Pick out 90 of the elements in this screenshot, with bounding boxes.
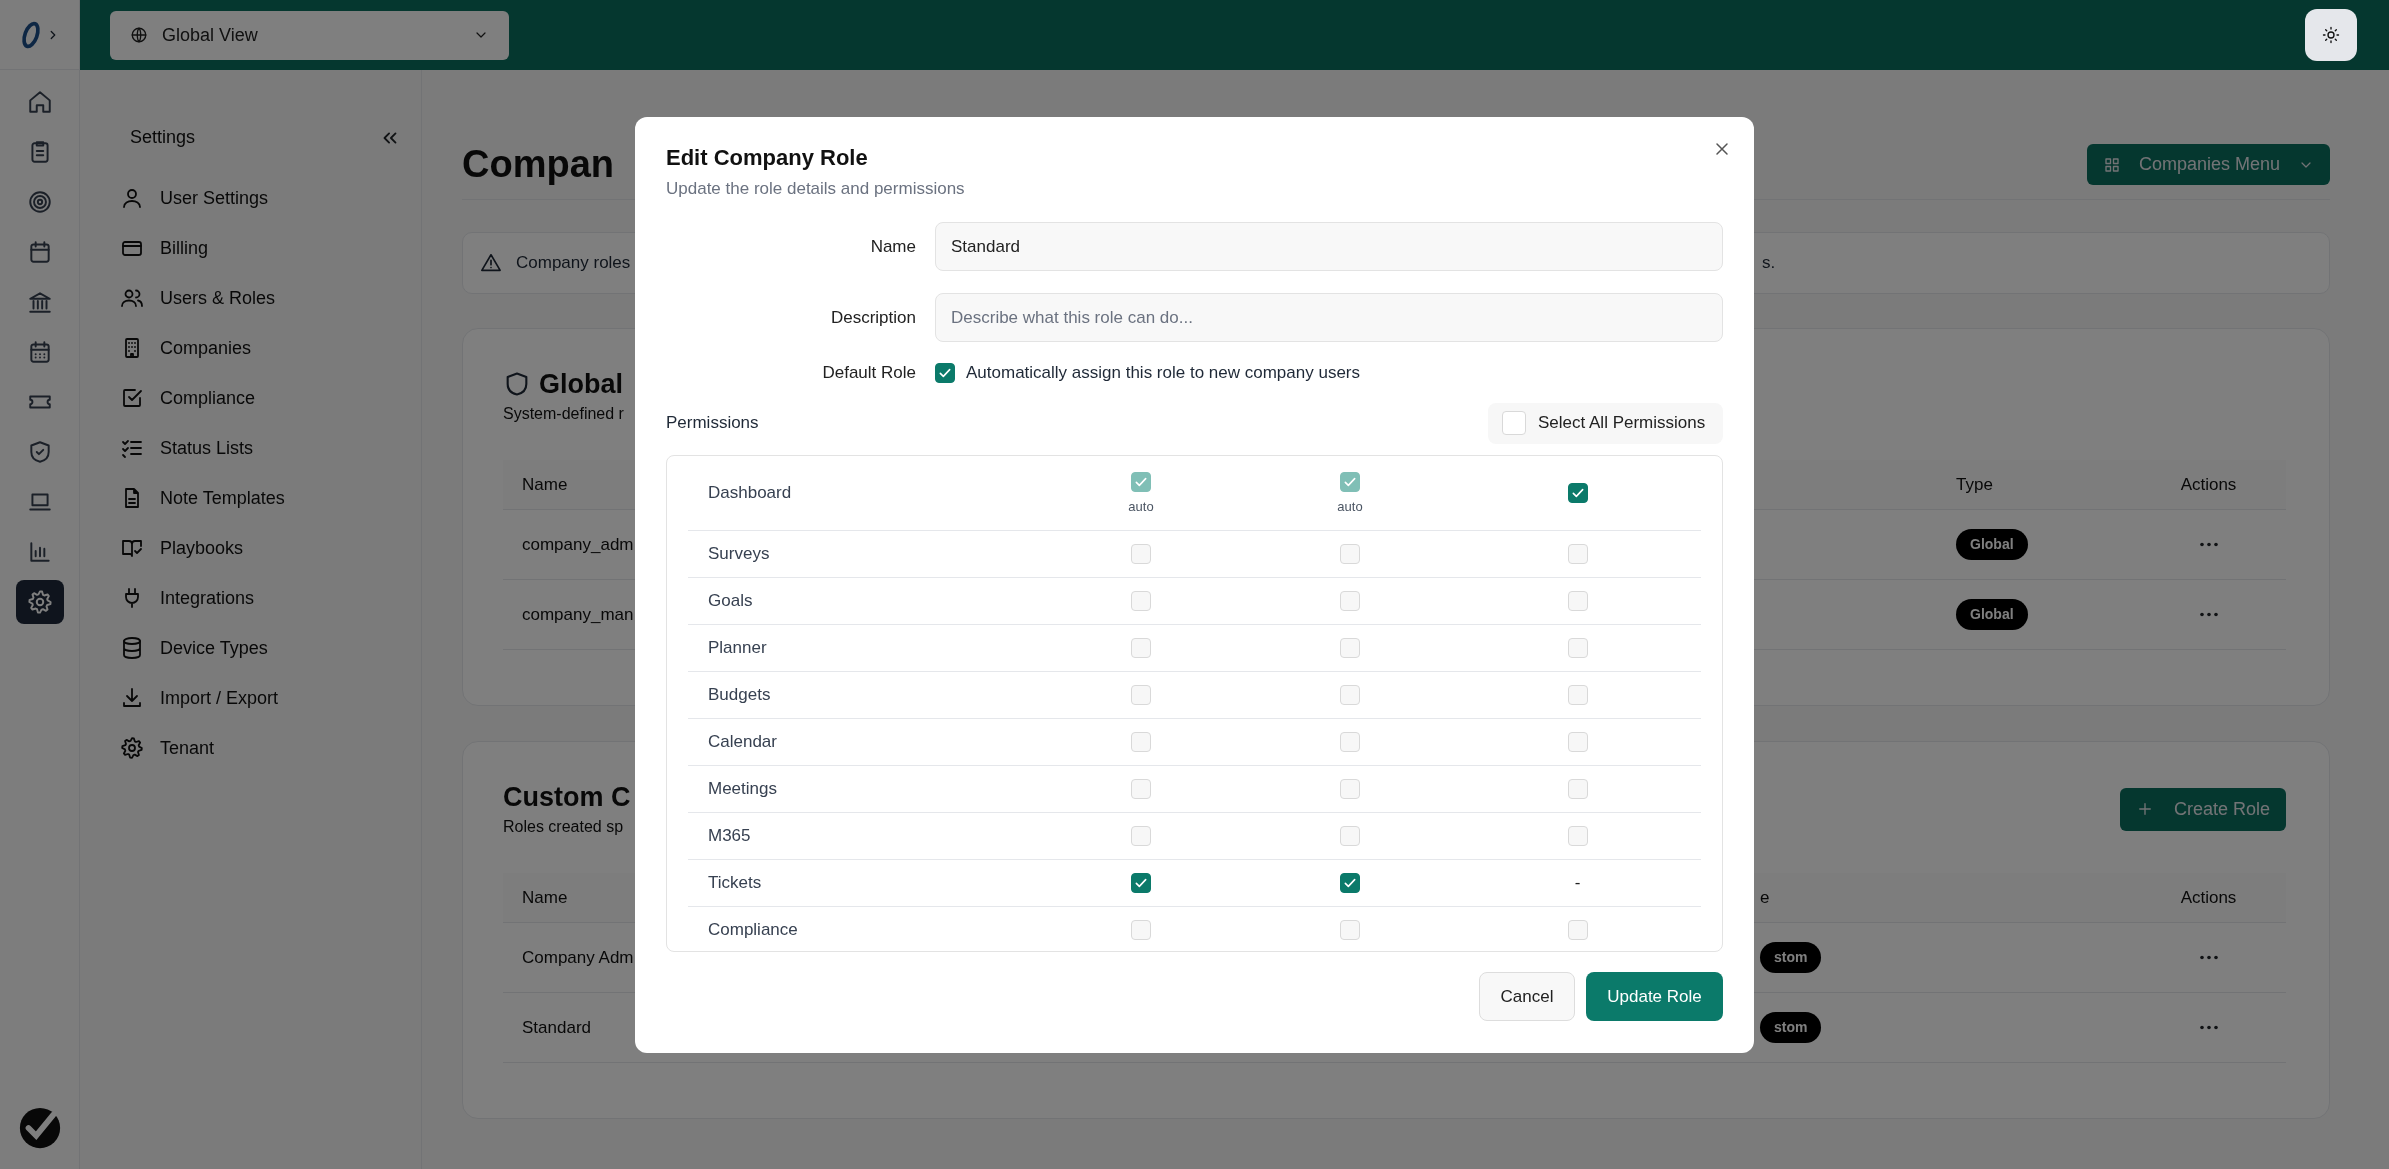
select-all-button[interactable]: Select All Permissions xyxy=(1488,402,1723,444)
role-type-tag: Global xyxy=(1956,529,2028,560)
settings-icon xyxy=(120,736,144,760)
more-icon xyxy=(2198,955,2219,960)
column-header: Actions xyxy=(2180,473,2237,496)
settings-link[interactable]: Billing xyxy=(80,223,421,273)
checkbox[interactable] xyxy=(1340,471,1360,492)
home-icon xyxy=(26,89,53,115)
auto-note: auto xyxy=(1128,499,1154,514)
settings-link[interactable]: Note Templates xyxy=(80,473,421,523)
role-name: Company Adm xyxy=(522,947,634,967)
column-header: Name xyxy=(522,474,568,494)
checkbox[interactable] xyxy=(1567,482,1588,503)
role-name: company_adm xyxy=(522,534,634,554)
settings-link[interactable]: Tenant xyxy=(80,723,421,773)
settings-link[interactable]: User Settings xyxy=(80,173,421,223)
sun-icon xyxy=(2322,26,2340,44)
more-icon xyxy=(2198,1025,2219,1030)
role-name: Standard xyxy=(522,1017,591,1037)
permission-name: Planner xyxy=(707,636,768,659)
settings-icon xyxy=(26,589,53,615)
user-icon xyxy=(120,186,144,210)
create-role-button[interactable]: Create Role xyxy=(2119,787,2286,831)
role-type-tag: Global xyxy=(1956,599,2028,630)
target-icon xyxy=(26,189,53,215)
not-applicable-mark: - xyxy=(1574,871,1581,894)
permission-name: Meetings xyxy=(707,777,778,800)
notice-text: s. xyxy=(1762,252,1776,275)
page-title: Compan xyxy=(462,141,614,187)
name-field[interactable]: Standard xyxy=(935,222,1723,271)
column-header: Name xyxy=(522,887,568,907)
column-header: Type xyxy=(1956,474,1993,494)
section-title: Global xyxy=(539,368,623,401)
settings-link[interactable]: Compliance xyxy=(80,373,421,423)
section-subtitle: Roles created sp xyxy=(503,817,625,837)
column-header: e xyxy=(1760,887,1770,907)
settings-link[interactable]: Import / Export xyxy=(80,673,421,723)
checkbox[interactable] xyxy=(1131,471,1151,492)
role-name: company_man xyxy=(522,604,634,624)
bank-icon xyxy=(26,289,53,315)
settings-heading: Settings xyxy=(130,125,196,149)
permission-name: Compliance xyxy=(707,918,799,941)
settings-link[interactable]: Status Lists xyxy=(80,423,421,473)
warning-icon xyxy=(480,252,502,274)
settings-link[interactable]: Companies xyxy=(80,323,421,373)
permission-name: Surveys xyxy=(707,542,771,565)
row-actions-button[interactable] xyxy=(2198,1025,2219,1030)
auto-note: auto xyxy=(1337,499,1363,514)
database-icon xyxy=(120,636,144,660)
permission-name: Calendar xyxy=(707,730,778,753)
checkbox[interactable] xyxy=(1340,872,1360,893)
checkbox[interactable] xyxy=(1131,872,1151,893)
grid-icon xyxy=(2102,155,2121,174)
row-actions-button[interactable] xyxy=(2198,955,2219,960)
permission-name: Tickets xyxy=(707,871,763,894)
dialog-title: Edit Company Role xyxy=(666,145,869,171)
section-subtitle: System-defined r xyxy=(503,404,624,424)
scope-dropdown[interactable]: Global View xyxy=(110,10,509,60)
settings-link[interactable]: Integrations xyxy=(80,573,421,623)
checkbox-label: Automatically assign this role to new company users xyxy=(966,362,1360,384)
permission-name: Budgets xyxy=(707,683,772,706)
checkbox[interactable] xyxy=(935,362,955,383)
settings-link[interactable]: Playbooks xyxy=(80,523,421,573)
theme-toggle-button[interactable] xyxy=(2305,9,2357,61)
cancel-button[interactable]: Cancel xyxy=(1479,972,1575,1021)
permissions-label: Permissions xyxy=(666,412,759,435)
field-label: Name xyxy=(869,235,916,258)
settings-link[interactable]: Device Types xyxy=(80,623,421,673)
section-title: Custom C xyxy=(503,781,631,814)
companies-menu-button[interactable]: Companies Menu xyxy=(2086,144,2330,185)
field-label: Default Role xyxy=(821,362,916,384)
permission-name: Goals xyxy=(707,589,754,612)
description-field[interactable]: Describe what this role can do... xyxy=(935,293,1723,342)
dialog-subtitle: Update the role details and permissions xyxy=(666,178,966,200)
row-actions-button[interactable] xyxy=(2198,612,2219,617)
nav-button[interactable] xyxy=(15,580,64,624)
field-label: Description xyxy=(829,306,916,329)
role-type-tag: stom xyxy=(1760,942,1822,973)
row-actions-button[interactable] xyxy=(2198,542,2219,547)
permission-name: M365 xyxy=(707,824,752,847)
settings-link[interactable]: Users & Roles xyxy=(80,273,421,323)
download-icon xyxy=(120,686,144,710)
more-icon xyxy=(2198,612,2219,617)
globe-icon xyxy=(130,26,148,44)
notice-text: Company roles xyxy=(516,252,631,275)
column-header: Actions xyxy=(2180,886,2237,909)
more-icon xyxy=(2198,542,2219,547)
role-type-tag: stom xyxy=(1760,1012,1822,1043)
permission-name: Dashboard xyxy=(707,481,793,504)
update-role-button[interactable]: Update Role xyxy=(1586,972,1723,1021)
